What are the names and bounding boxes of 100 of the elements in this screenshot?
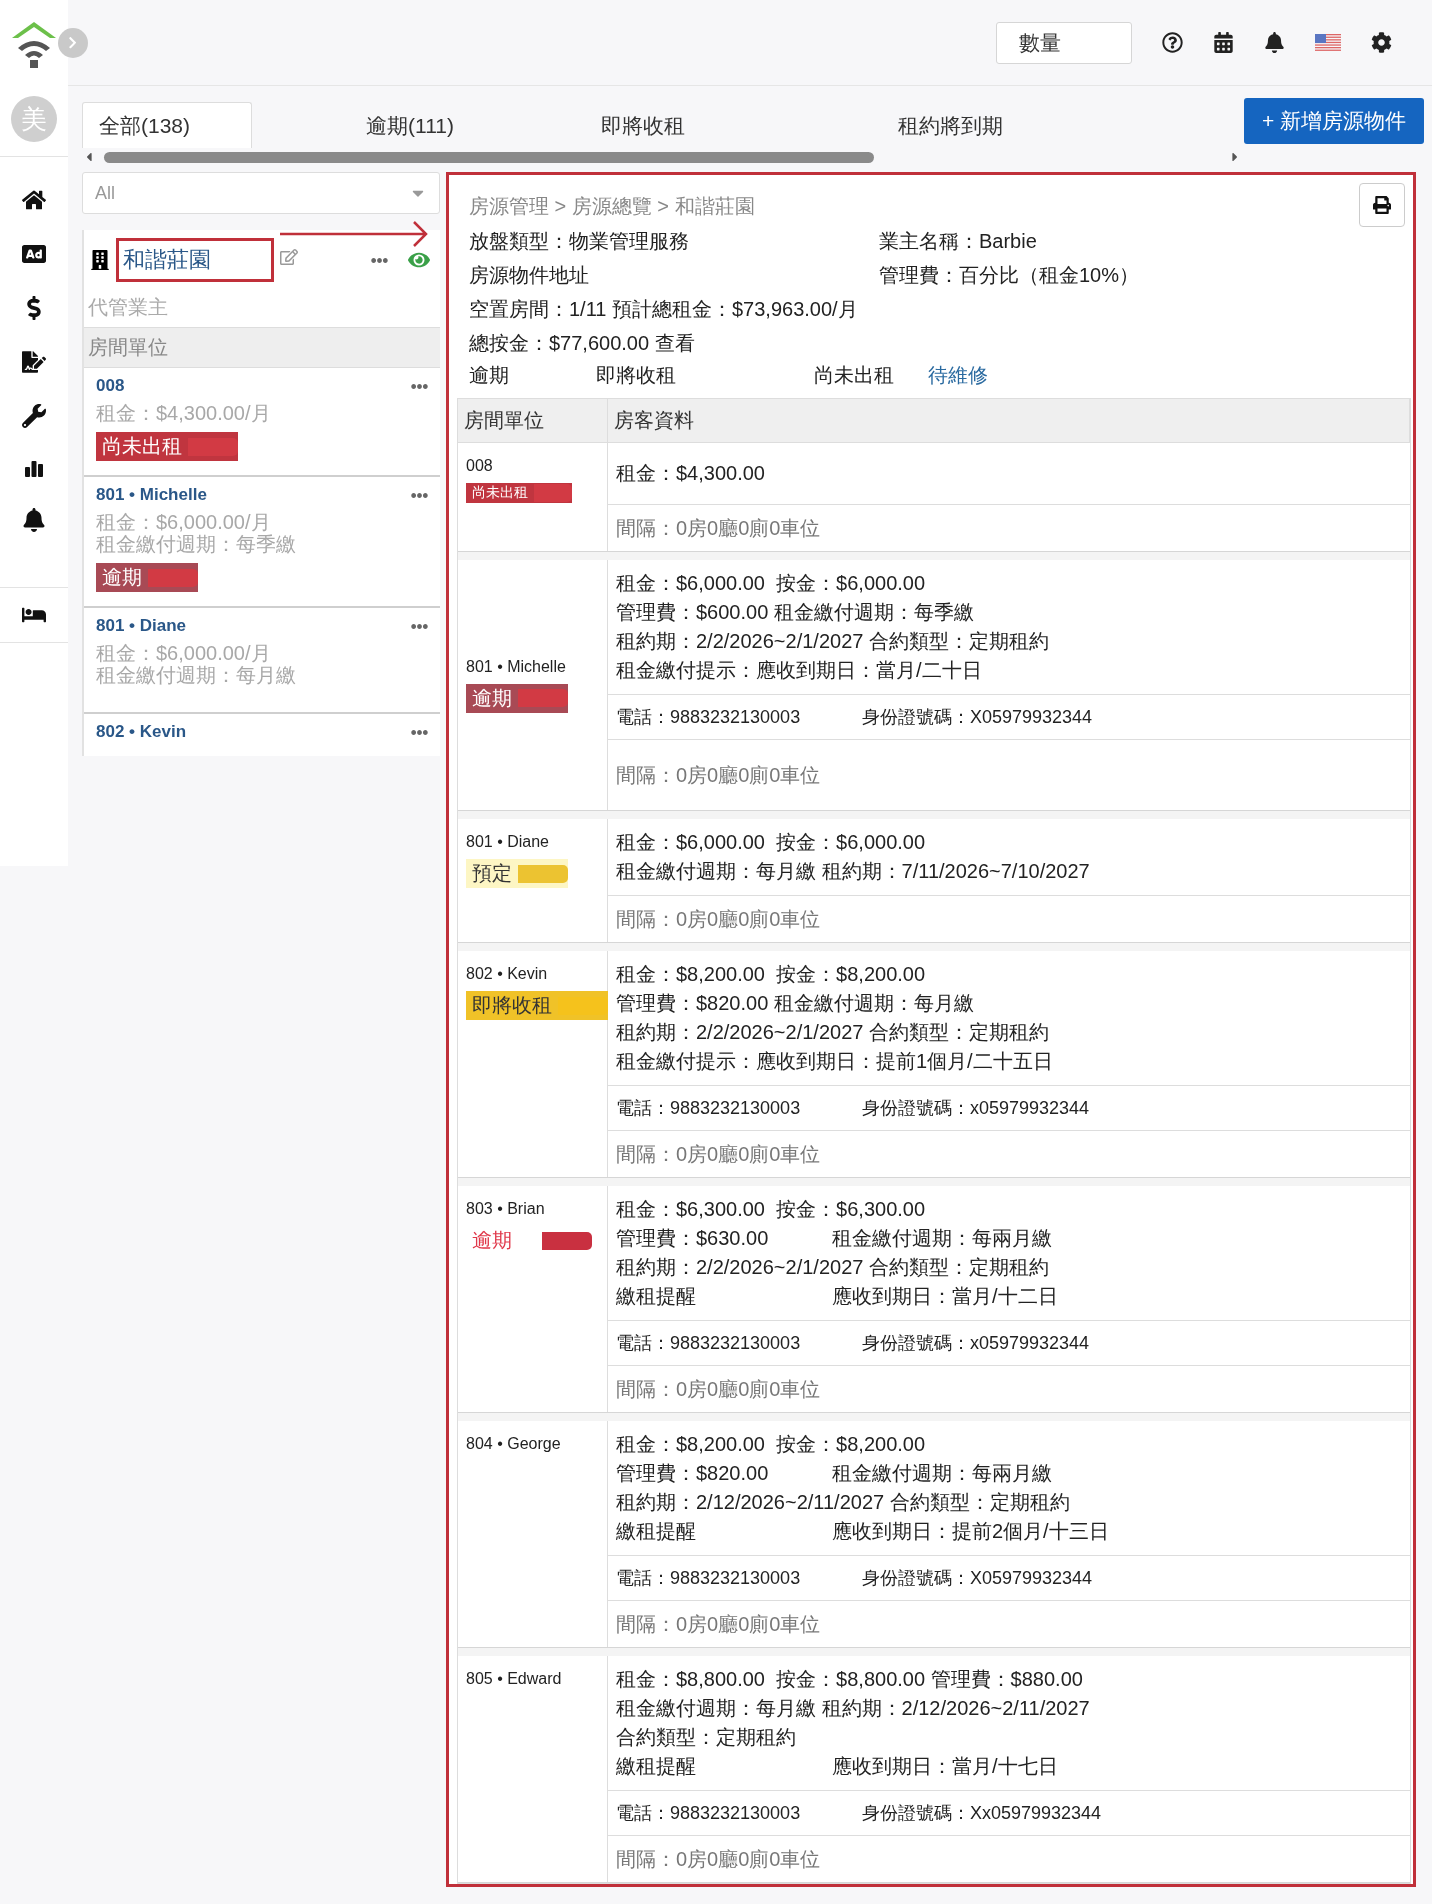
tenant-info: 租金：$8,200.00 按金：$8,200.00 (616, 1432, 926, 1457)
status-tag: 尚未出租 (466, 483, 572, 503)
info-text: 總按金：$77,600.00 查看 (469, 331, 696, 356)
tenant-info: 應收到期日：提前2個月/十三日 (832, 1519, 1109, 1544)
tenant-info: 租金繳付週期：每月繳 租約期：2/12/2026~2/11/2027 (616, 1696, 1090, 1721)
bell-icon[interactable] (22, 508, 46, 532)
status-tag: 逾期 (96, 563, 198, 592)
unit-detail: 租金：$6,000.00/月 (96, 511, 271, 533)
scrollbar-thumb[interactable] (104, 151, 874, 163)
unit-name: 801 • Michelle (466, 657, 566, 676)
id-number-text: 身份證號碼：X05979932344 (862, 706, 1094, 729)
unit-detail: 租金繳付週期：每季繳 (96, 533, 296, 555)
status-tag: 預定 (466, 859, 568, 888)
tenant-info: 合約類型：定期租約 (616, 1725, 796, 1750)
tenant-info: 租約期：2/12/2026~2/11/2027 合約類型：定期租約 (616, 1490, 1070, 1515)
print-button[interactable] (1359, 183, 1405, 227)
legend-label: 尚未出租 (814, 363, 895, 388)
status-tag: 尚未出租 (96, 432, 238, 461)
tab[interactable]: 全部(138) (82, 102, 252, 148)
tenant-info: 管理費：$820.00 租金繳付週期：每月繳 (616, 991, 974, 1016)
room-layout-text: 間隔：0房0廳0廁0車位 (616, 1377, 822, 1402)
home-icon[interactable] (22, 188, 46, 212)
info-text: 空置房間：1/11 預計總租金：$73,963.00/月 (469, 297, 859, 322)
tenant-info: 繳租提醒 (616, 1519, 697, 1544)
info-text: 房源物件地址 (469, 263, 590, 288)
legend-label: 逾期 (469, 363, 510, 388)
id-number-text: 身份證號碼：x05979932344 (862, 1097, 1091, 1120)
info-text: 放盤類型：物業管理服務 (469, 229, 690, 254)
phone-text: 電話：9883232130003 (616, 1332, 802, 1355)
tenant-info: 租金繳付週期：每月繳 租約期：7/11/2026~7/10/2027 (616, 859, 1090, 884)
tenant-info: 應收到期日：當月/十七日 (832, 1754, 1058, 1779)
status-tag: 即將收租 (466, 991, 608, 1020)
room-layout-text: 間隔：0房0廳0廁0車位 (616, 1142, 822, 1167)
room-layout-text: 間隔：0房0廳0廁0車位 (616, 907, 822, 932)
id-number-text: 身份證號碼：Xx05979932344 (862, 1802, 1103, 1825)
phone-text: 電話：9883232130003 (616, 1802, 802, 1825)
tenant-info: 租約期：2/2/2026~2/1/2027 合約類型：定期租約 (616, 1255, 1049, 1280)
room-layout-text: 間隔：0房0廳0廁0車位 (616, 1847, 822, 1872)
tenant-info: 管理費：$600.00 租金繳付週期：每季繳 (616, 600, 974, 625)
phone-text: 電話：9883232130003 (616, 706, 802, 729)
unit-name: 801 • Diane (466, 833, 549, 851)
legend-link[interactable]: 待維修 (928, 360, 1399, 390)
column-header: 房客資料 (608, 399, 1410, 442)
calendar-icon[interactable] (1213, 32, 1234, 53)
unit-name: 805 • Edward (466, 1670, 562, 1688)
breadcrumb[interactable]: 房源管理 > 房源總覽 > 和諧莊園 (457, 183, 1411, 224)
print-icon[interactable] (1373, 196, 1391, 214)
unit-name: 803 • Brian (466, 1200, 545, 1218)
unit-title[interactable]: 008 (96, 376, 125, 396)
tenant-info: 繳租提醒 (616, 1754, 697, 1779)
tenant-info: 租金繳付週期：每兩月繳 (832, 1226, 1052, 1251)
units-header: 房間單位 (84, 327, 440, 368)
unit-detail: 租金：$6,000.00/月 (96, 642, 271, 664)
bell-icon[interactable] (1264, 32, 1285, 53)
info-text: 業主名稱：Barbie (879, 229, 1038, 254)
tenant-info: 租金繳付提示：應收到期日：當月/二十日 (616, 658, 982, 683)
tenant-info: 租金繳付週期：每兩月繳 (832, 1461, 1052, 1486)
tenant-info: 租金：$8,200.00 按金：$8,200.00 (616, 962, 926, 987)
tenant-info: 租金：$6,000.00 按金：$6,000.00 (616, 830, 926, 855)
column-header: 房間單位 (458, 399, 608, 442)
unit-detail: 租金：$4,300.00/月 (96, 402, 271, 424)
tenant-info: 租金：$4,300.00 (616, 461, 765, 486)
ad-icon[interactable] (22, 242, 46, 266)
room-layout-text: 間隔：0房0廳0廁0車位 (616, 1612, 822, 1637)
add-property-button[interactable]: + 新增房源物件 (1243, 98, 1424, 144)
unit-title[interactable]: 801 • Diane (96, 616, 187, 636)
unit-title[interactable]: 802 • Kevin (96, 722, 187, 742)
signature-icon[interactable] (22, 350, 46, 374)
unit-detail: 租金繳付週期：每月繳 (96, 664, 296, 686)
status-tag: 逾期 (466, 1226, 592, 1255)
help-icon[interactable] (1162, 32, 1183, 53)
id-number-text: 身份證號碼：x05979932344 (862, 1332, 1091, 1355)
edit-icon[interactable] (280, 248, 298, 266)
quantity-button[interactable]: 數量 (996, 21, 1132, 64)
tenant-info: 應收到期日：當月/十二日 (832, 1284, 1058, 1309)
room-layout-text: 間隔：0房0廳0廁0車位 (616, 763, 822, 788)
unit-name: 008 (466, 457, 493, 475)
building-icon (90, 250, 110, 270)
tenant-info: 管理費：$820.00 (616, 1461, 770, 1486)
tenant-info: 管理費：$630.00 (616, 1226, 770, 1251)
property-name[interactable]: 和諧莊園 (116, 238, 274, 282)
tab[interactable]: 逾期(111) (252, 102, 568, 148)
unit-name: 802 • Kevin (466, 965, 548, 983)
phone-text: 電話：9883232130003 (616, 1097, 802, 1120)
tenant-info: 租金：$6,000.00 按金：$6,000.00 (616, 571, 926, 596)
phone-text: 電話：9883232130003 (616, 1567, 802, 1590)
legend-label: 即將收租 (596, 363, 677, 388)
info-text: 管理費：百分比（租金10%） (879, 263, 1141, 288)
flag-icon[interactable] (1315, 33, 1341, 52)
tenant-info: 租金繳付提示：應收到期日：提前1個月/二十五日 (616, 1049, 1053, 1074)
wrench-icon[interactable] (22, 404, 46, 428)
tab[interactable]: 租約將到期 (718, 102, 1182, 148)
tenant-info: 租約期：2/2/2026~2/1/2027 合約類型：定期租約 (616, 629, 1049, 654)
tab[interactable]: 即將收租 (568, 102, 718, 148)
tenant-info: 租約期：2/2/2026~2/1/2027 合約類型：定期租約 (616, 1020, 1049, 1045)
unit-title[interactable]: 801 • Michelle (96, 485, 207, 505)
bar-chart-icon[interactable] (24, 459, 44, 477)
settings-icon[interactable] (1371, 32, 1392, 53)
unit-name: 804 • George (466, 1435, 561, 1453)
owner-label: 代管業主 (87, 295, 169, 320)
